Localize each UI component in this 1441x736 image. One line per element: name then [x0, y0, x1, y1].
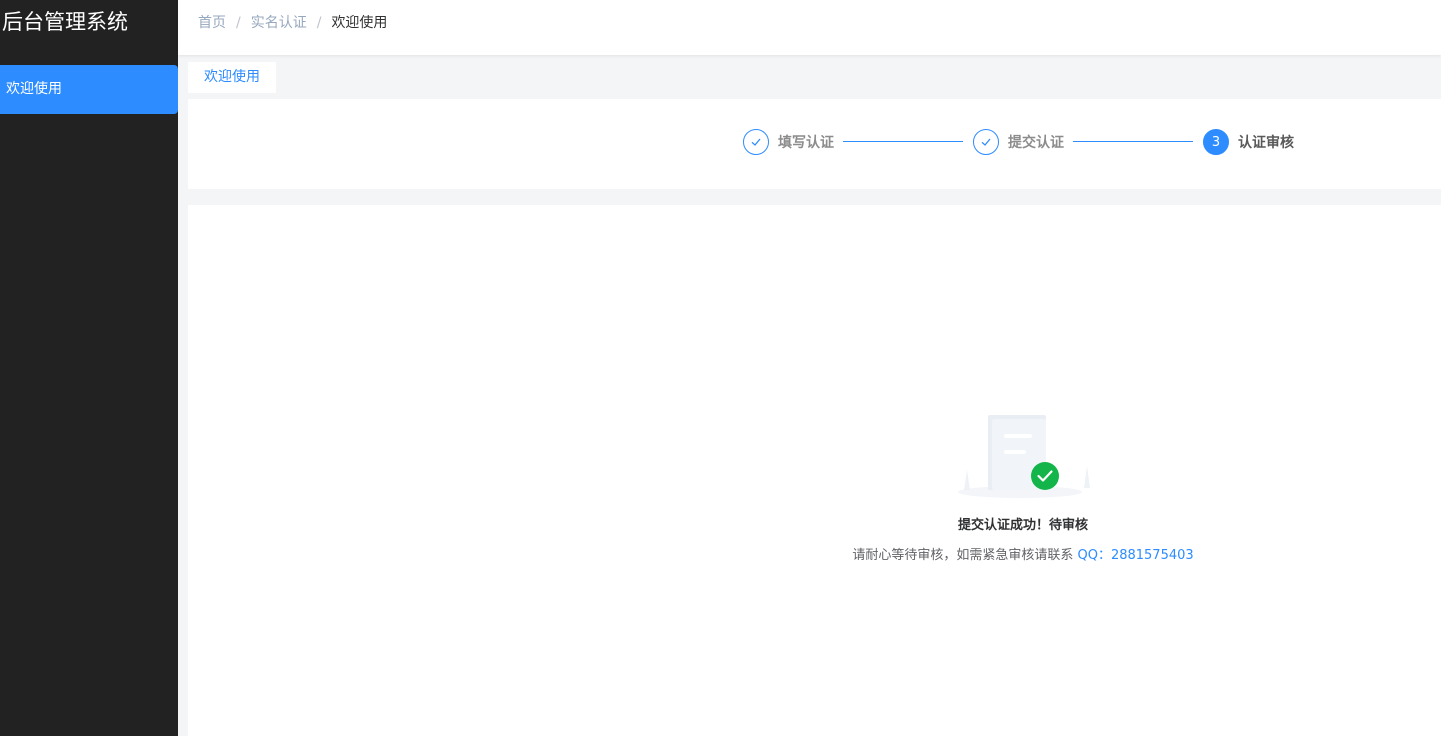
app-title: 后台管理系统	[2, 10, 128, 34]
step-submit-verification: 提交认证	[973, 128, 1064, 156]
result-description: 请耐心等待审核，如需紧急审核请联系 QQ：2881575403	[188, 544, 1441, 563]
breadcrumb-separator: /	[316, 15, 322, 31]
step-title: 填写认证	[778, 135, 834, 151]
sidebar-item-welcome[interactable]: 欢迎使用	[0, 65, 178, 114]
check-icon	[973, 129, 999, 155]
breadcrumb-item-verification[interactable]: 实名认证	[251, 15, 307, 31]
breadcrumb-item-home[interactable]: 首页	[198, 15, 226, 31]
step-title: 提交认证	[1008, 135, 1064, 151]
step-review: 3 认证审核	[1203, 128, 1294, 156]
header: 首页 / 实名认证 / 欢迎使用	[178, 0, 1441, 55]
breadcrumb-item-current: 欢迎使用	[331, 15, 388, 31]
step-connector	[843, 141, 963, 142]
steps-card: 填写认证 提交认证 3 认证审核	[188, 99, 1441, 189]
document-success-icon	[958, 410, 1090, 500]
step-connector	[1073, 141, 1193, 142]
step-title: 认证审核	[1238, 135, 1294, 151]
result-title: 提交认证成功！待审核	[957, 518, 1088, 533]
tab-bar: 欢迎使用	[188, 62, 276, 93]
tab-welcome[interactable]: 欢迎使用	[188, 62, 276, 93]
result-card: 提交认证成功！待审核 请耐心等待审核，如需紧急审核请联系 QQ：28815754…	[188, 205, 1441, 736]
check-icon	[743, 129, 769, 155]
breadcrumb-separator: /	[236, 15, 241, 31]
breadcrumb: 首页 / 实名认证 / 欢迎使用	[198, 0, 387, 46]
step-fill-verification: 填写认证	[743, 128, 834, 156]
qq-contact-link[interactable]: QQ：2881575403	[1077, 548, 1193, 563]
result-description-text: 请耐心等待审核，如需紧急审核请联系	[852, 548, 1074, 563]
step-number-badge: 3	[1203, 129, 1229, 155]
sidebar: 后台管理系统 欢迎使用	[0, 0, 178, 736]
